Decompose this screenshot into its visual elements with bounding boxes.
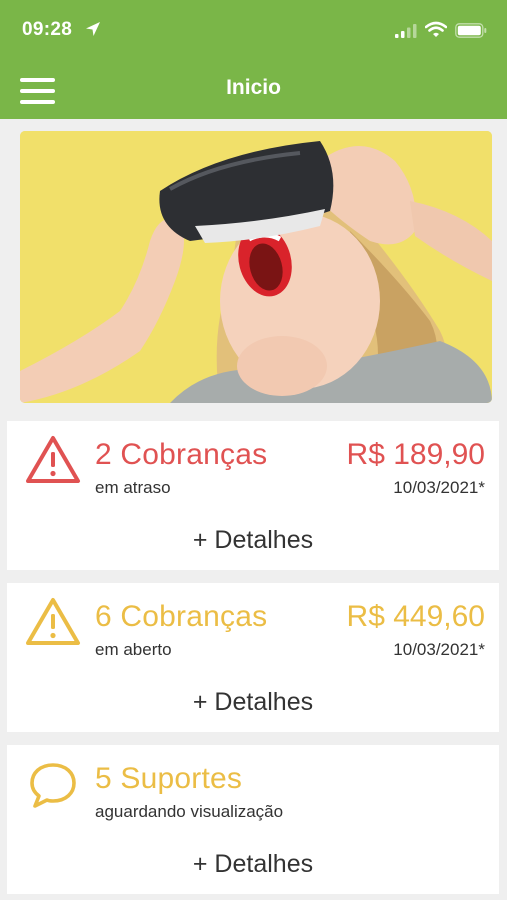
overdue-charges-card: 2 Cobranças em atraso R$ 189,90 10/03/20…	[7, 421, 499, 570]
details-button[interactable]: + Detalhes	[7, 526, 499, 555]
charges-status: em atraso	[95, 478, 171, 497]
woman-vr-headset-illustration	[20, 131, 492, 403]
battery-icon	[455, 23, 487, 38]
charges-date: 10/03/2021*	[393, 478, 485, 497]
chat-bubble-icon	[30, 763, 76, 808]
warning-triangle-icon	[26, 598, 80, 645]
app-header: 09:28 Inicio	[0, 0, 507, 119]
wifi-icon	[425, 21, 447, 37]
status-time: 09:28	[22, 19, 73, 40]
charges-amount: R$ 189,90	[346, 438, 485, 471]
charges-count: 6 Cobranças	[95, 600, 268, 633]
page-title: Inicio	[226, 76, 281, 99]
banner-image	[20, 131, 492, 403]
status-bar: 09:28	[0, 0, 507, 60]
charges-date: 10/03/2021*	[393, 640, 485, 659]
warning-triangle-icon	[26, 436, 80, 483]
cellular-signal-icon	[395, 24, 417, 38]
location-arrow-icon	[86, 22, 100, 36]
open-charges-card: 6 Cobranças em aberto R$ 449,60 10/03/20…	[7, 583, 499, 732]
support-tickets-card: 5 Suportes aguardando visualização + Det…	[7, 745, 499, 894]
charges-count: 2 Cobranças	[95, 438, 268, 471]
charges-amount: R$ 449,60	[346, 600, 485, 633]
support-count: 5 Suportes	[95, 762, 243, 795]
details-button[interactable]: + Detalhes	[7, 688, 499, 717]
charges-status: em aberto	[95, 640, 172, 659]
details-button[interactable]: + Detalhes	[7, 850, 499, 879]
support-status: aguardando visualização	[95, 802, 284, 821]
